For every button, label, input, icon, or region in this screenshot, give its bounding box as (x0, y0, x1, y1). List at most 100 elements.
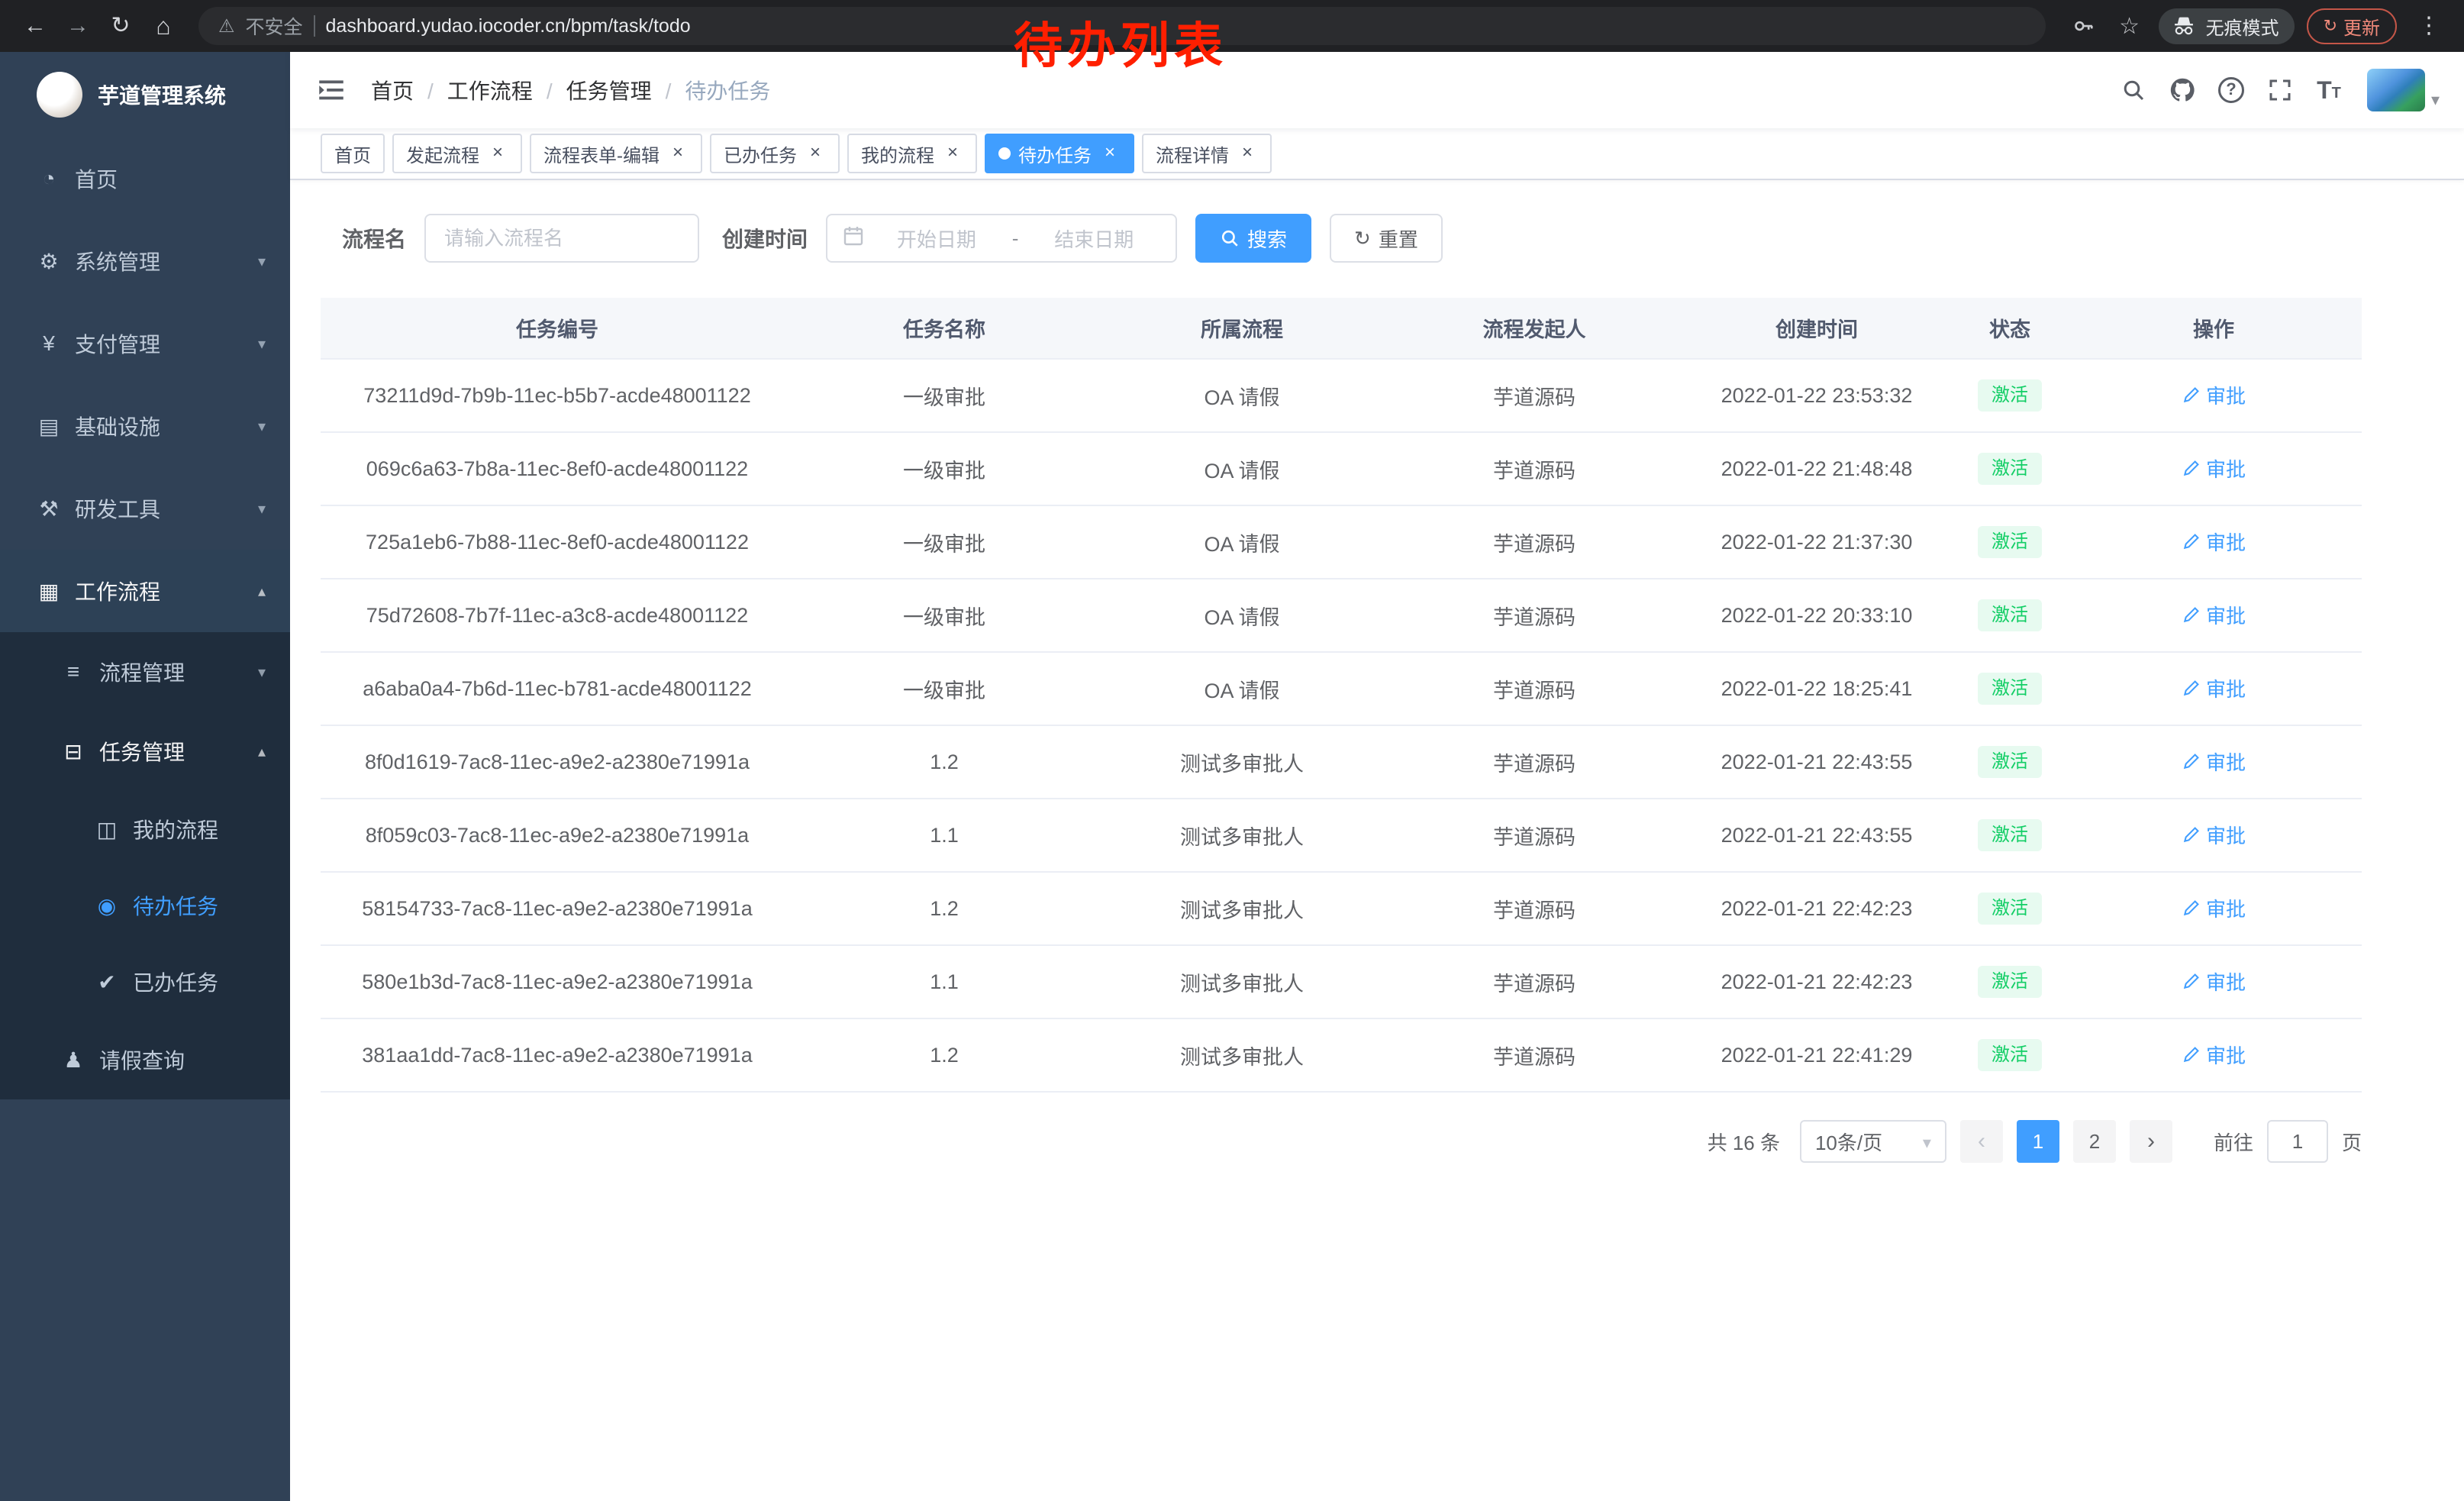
edit-pencil-icon (2182, 460, 2200, 478)
created-time-cell: 2022-01-22 20:33:10 (1679, 579, 1954, 652)
page-number-button[interactable]: 1 (2017, 1120, 2059, 1163)
approve-link[interactable]: 审批 (2182, 747, 2246, 776)
approve-link[interactable]: 审批 (2182, 528, 2246, 556)
action-cell: 审批 (2066, 579, 2362, 652)
next-page-button[interactable]: › (2130, 1120, 2172, 1163)
tab[interactable]: 流程表单-编辑 (530, 134, 702, 173)
prev-page-button[interactable]: ‹ (1960, 1120, 2003, 1163)
task-name-cell: 一级审批 (794, 579, 1095, 652)
task-name-cell: 一级审批 (794, 652, 1095, 725)
approve-link[interactable]: 审批 (2182, 821, 2246, 849)
user-menu[interactable] (2367, 69, 2440, 111)
action-cell: 审批 (2066, 872, 2362, 945)
tab[interactable]: 流程详情 (1142, 134, 1272, 173)
approve-link[interactable]: 审批 (2182, 601, 2246, 629)
close-tab-icon[interactable] (1237, 143, 1258, 164)
goto-page-input[interactable] (2267, 1120, 2328, 1163)
sidebar-item-leave-query[interactable]: ♟ 请假查询 (0, 1020, 290, 1099)
search-icon (1220, 228, 1240, 248)
menu-label: 工作流程 (75, 576, 258, 606)
close-tab-icon[interactable] (667, 143, 689, 164)
breadcrumb-item[interactable]: 任务管理 (566, 75, 685, 105)
chevron-icon (258, 334, 266, 353)
tab-label: 流程表单-编辑 (543, 140, 660, 167)
refresh-icon (1354, 227, 1371, 250)
approve-link[interactable]: 审批 (2182, 894, 2246, 922)
sidebar-item-done-task[interactable]: ✔ 已办任务 (0, 944, 290, 1020)
update-button[interactable]: 更新 (2307, 8, 2397, 44)
approve-link[interactable]: 审批 (2182, 1041, 2246, 1069)
screen: 不安全 dashboard.yudao.iocoder.cn/bpm/task/… (0, 0, 2464, 1501)
reset-button[interactable]: 重置 (1330, 214, 1443, 263)
sidebar-item-task-management[interactable]: ⊟ 任务管理 (0, 712, 290, 791)
breadcrumb-item[interactable]: 待办任务 (685, 75, 770, 105)
forward-button[interactable] (58, 6, 98, 46)
help-icon[interactable] (2211, 70, 2251, 110)
tab[interactable]: 发起流程 (392, 134, 522, 173)
approve-link[interactable]: 审批 (2182, 454, 2246, 483)
search-button[interactable]: 搜索 (1195, 214, 1311, 263)
column-header: 任务名称 (794, 298, 1095, 359)
action-cell: 审批 (2066, 799, 2362, 872)
logo[interactable]: 芋道管理系统 (0, 52, 290, 137)
dashboard-icon: ◔ (34, 166, 64, 191)
sidebar-menu: ◔ 首页 ⚙ 系统管理 ¥ 支付管理 (0, 137, 290, 1099)
table-row: 73211d9d-7b9b-11ec-b5b7-acde48001122 一级审… (321, 359, 2362, 432)
page-size-select[interactable]: 10条/页 (1800, 1120, 1946, 1163)
sidebar-item-process-management[interactable]: ≡ 流程管理 (0, 632, 290, 712)
sidebar-item-payment[interactable]: ¥ 支付管理 (0, 302, 290, 385)
approve-link[interactable]: 审批 (2182, 381, 2246, 409)
breadcrumb-item[interactable]: 首页 (371, 75, 447, 105)
sidebar-item-workflow[interactable]: ▦ 工作流程 (0, 550, 290, 632)
gear-icon: ⚙ (34, 249, 64, 274)
task-table-body: 73211d9d-7b9b-11ec-b5b7-acde48001122 一级审… (321, 359, 2362, 1092)
page-number-button[interactable]: 2 (2073, 1120, 2116, 1163)
initiator-cell: 芋道源码 (1389, 725, 1679, 799)
menu-label: 系统管理 (75, 246, 258, 276)
created-time-cell: 2022-01-22 21:48:48 (1679, 432, 1954, 505)
github-icon[interactable] (2162, 70, 2202, 110)
sidebar-item-infrastructure[interactable]: ▤ 基础设施 (0, 385, 290, 467)
close-tab-icon[interactable] (805, 143, 826, 164)
create-time-range-picker[interactable]: 开始日期 - 结束日期 (826, 214, 1177, 263)
pagination: 共 16 条 10条/页 ‹ 1 2 › 前往 页 (321, 1120, 2362, 1163)
reload-button[interactable] (101, 6, 140, 46)
collapse-sidebar-button[interactable] (313, 72, 350, 108)
sidebar-item-home[interactable]: ◔ 首页 (0, 137, 290, 220)
tab[interactable]: 已办任务 (710, 134, 840, 173)
sidebar-item-dev-tools[interactable]: ⚒ 研发工具 (0, 467, 290, 550)
home-button[interactable] (144, 6, 183, 46)
search-icon[interactable] (2114, 70, 2153, 110)
breadcrumb-item[interactable]: 工作流程 (447, 75, 566, 105)
sidebar-item-my-process[interactable]: ◫ 我的流程 (0, 791, 290, 867)
approve-link[interactable]: 审批 (2182, 967, 2246, 996)
process-name-input[interactable] (424, 214, 699, 263)
start-date-placeholder: 开始日期 (870, 224, 1003, 253)
font-size-icon[interactable] (2309, 70, 2349, 110)
sidebar-item-todo-task[interactable]: ◉ 待办任务 (0, 867, 290, 944)
close-tab-icon[interactable] (1099, 143, 1121, 164)
tab[interactable]: 我的流程 (847, 134, 977, 173)
back-button[interactable] (15, 6, 55, 46)
tabs-bar: 首页 发起流程 流程表单-编辑 (290, 128, 2464, 180)
browser-chrome: 不安全 dashboard.yudao.iocoder.cn/bpm/task/… (0, 0, 2464, 52)
browser-menu-button[interactable] (2409, 6, 2449, 46)
close-tab-icon[interactable] (487, 143, 508, 164)
tab[interactable]: 首页 (321, 134, 385, 173)
main-area: 首页 工作流程 任务管理 待办任务 (290, 52, 2464, 1501)
sidebar-item-system[interactable]: ⚙ 系统管理 (0, 220, 290, 302)
task-id-cell: 725a1eb6-7b88-11ec-8ef0-acde48001122 (321, 505, 794, 579)
chevron-down-icon (1923, 1130, 1931, 1154)
tab[interactable]: 待办任务 (985, 134, 1134, 173)
password-key-icon[interactable] (2067, 9, 2101, 43)
fullscreen-icon[interactable] (2260, 70, 2300, 110)
initiator-cell: 芋道源码 (1389, 1018, 1679, 1092)
goto-label: 前往 (2214, 1128, 2253, 1156)
column-header: 状态 (1954, 298, 2066, 359)
bookmark-star-icon[interactable] (2113, 9, 2146, 43)
page-unit-label: 页 (2342, 1128, 2362, 1156)
approve-link[interactable]: 审批 (2182, 674, 2246, 702)
close-tab-icon[interactable] (942, 143, 963, 164)
task-id-cell: 580e1b3d-7ac8-11ec-a9e2-a2380e71991a (321, 945, 794, 1018)
status-cell: 激活 (1954, 505, 2066, 579)
